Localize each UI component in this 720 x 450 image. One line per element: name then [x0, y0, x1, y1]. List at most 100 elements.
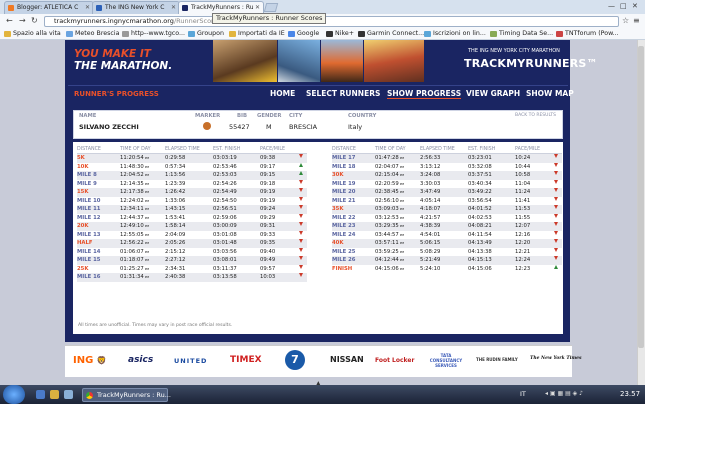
- split-elapsed: 1:13:56: [165, 172, 186, 178]
- bookmark-item[interactable]: Nike+: [326, 29, 354, 39]
- reload-icon[interactable]: ↻: [31, 16, 38, 25]
- split-time-suffix: PM: [143, 266, 150, 271]
- bookmark-item[interactable]: Groupon: [188, 29, 224, 39]
- arrow-up-icon: [299, 171, 303, 175]
- close-icon[interactable]: ✕: [85, 2, 90, 14]
- split-time-suffix: PM: [398, 215, 405, 220]
- tooltip: TrackMyRunners : Runner Scores: [212, 13, 327, 24]
- split-pace: 09:57: [260, 265, 276, 272]
- split-time-suffix: PM: [143, 249, 150, 254]
- split-elapsed: 5:06:15: [420, 240, 441, 246]
- back-icon[interactable]: ←: [6, 16, 13, 25]
- sponsor-asics[interactable]: asics: [128, 355, 153, 365]
- minimize-icon[interactable]: —: [608, 2, 615, 10]
- split-elapsed: 4:38:39: [420, 223, 441, 229]
- tab-blogger[interactable]: Blogger: ATLETICA C ✕: [4, 1, 94, 14]
- bookmark-item[interactable]: Spazio alla vita: [4, 29, 61, 39]
- desktop-icon[interactable]: [36, 390, 45, 399]
- tab-label: The ING New York C: [105, 4, 165, 11]
- splits-row: 25K 01:25:27 PM 2:34:31 03:11:37 09:57: [77, 264, 307, 274]
- arrow-down-icon: [554, 205, 558, 209]
- close-icon[interactable]: ✕: [171, 2, 176, 14]
- taskbar-task-label: TrackMyRunners : Ru...: [97, 391, 171, 399]
- nav-show-map[interactable]: SHOW MAP: [526, 89, 574, 98]
- menu-icon[interactable]: ≡: [633, 16, 640, 25]
- sponsor-tata[interactable]: TATA CONSULTANCY SERVICES: [428, 353, 464, 368]
- browser-tabbar: Blogger: ATLETICA C ✕ The ING New York C…: [0, 0, 645, 14]
- bookmark-item[interactable]: Meteo Brescia: [66, 29, 120, 39]
- arrow-down-icon: [554, 222, 558, 226]
- split-distance: MILE 15: [77, 257, 101, 263]
- sponsor-footlocker[interactable]: Foot Locker: [375, 357, 414, 364]
- address-bar[interactable]: trackmyrunners.ingnycmarathon.org/Runner…: [44, 16, 619, 27]
- nav-home[interactable]: HOME: [270, 89, 295, 98]
- media-icon[interactable]: [64, 390, 73, 399]
- nav-select-runners[interactable]: SELECT RUNNERS: [306, 89, 380, 98]
- splits-row: MILE 13 12:55:05 PM 2:04:09 03:01:08 09:33: [77, 230, 307, 240]
- sponsor-rudin[interactable]: THE RUDIN FAMILY: [476, 357, 518, 362]
- bookmark-item[interactable]: http--www.tgco...: [122, 29, 185, 39]
- bookmark-item[interactable]: TNTforum (Pow...: [556, 29, 619, 39]
- splits-row: MILE 20 02:38:45 PM 3:47:49 03:49:22 11:24: [332, 188, 562, 197]
- splits-table-left: DISTANCE TIME OF DAY ELAPSED TIME EST. FINI…: [77, 146, 307, 282]
- bookmark-item[interactable]: Google: [288, 29, 319, 39]
- sponsor-timex[interactable]: TIMEX: [230, 355, 262, 365]
- bookmark-item[interactable]: Importati da IE: [229, 29, 285, 39]
- nav-view-graph[interactable]: VIEW GRAPH: [466, 89, 520, 98]
- new-tab-button[interactable]: [263, 3, 279, 12]
- forward-icon[interactable]: →: [19, 16, 26, 25]
- explorer-icon[interactable]: [50, 390, 59, 399]
- splits-row: 40K 03:57:11 PM 5:06:15 04:13:49 12:20: [332, 239, 562, 248]
- split-est-finish: 03:01:08: [213, 231, 237, 238]
- tagline: YOU MAKE IT THE MARATHON.: [74, 48, 214, 72]
- split-elapsed: 4:54:01: [420, 231, 441, 238]
- split-elapsed: 4:05:14: [420, 197, 441, 204]
- splits-row: HALF 12:56:22 PM 2:05:26 03:01:48 09:35: [77, 239, 307, 248]
- splits-row: MILE 22 03:12:53 PM 4:21:57 04:02:53 11:55: [332, 213, 562, 223]
- star-icon[interactable]: ☆: [622, 16, 629, 25]
- sponsor-united[interactable]: UNITED: [174, 357, 207, 365]
- splits-row: MILE 24 03:44:57 PM 4:54:01 04:11:54 12:16: [332, 230, 562, 240]
- close-window-icon[interactable]: ✕: [632, 2, 638, 10]
- split-time-of-day: 01:25:27 PM: [120, 265, 150, 272]
- split-est-finish: 03:11:37: [213, 265, 237, 272]
- sponsor-nissan[interactable]: NISSAN: [330, 355, 364, 364]
- tab-ing[interactable]: The ING New York C ✕: [92, 1, 180, 14]
- lion-icon: 🦁: [96, 356, 107, 365]
- bookmark-item[interactable]: Timing Data Se...: [490, 29, 553, 39]
- arrow-down-icon: [299, 222, 303, 226]
- splits-row: MILE 23 03:29:35 PM 4:38:39 04:08:21 12:07: [332, 222, 562, 231]
- name-header: NAME: [79, 113, 97, 119]
- split-distance: MILE 11: [77, 206, 101, 212]
- split-time-suffix: PM: [398, 156, 405, 160]
- taskbar-chrome-task[interactable]: TrackMyRunners : Ru...: [82, 388, 171, 402]
- split-time-of-day: 04:12:44 PM: [375, 257, 405, 263]
- bookmark-item[interactable]: Iscrizioni on lin...: [424, 29, 486, 39]
- split-time-of-day: 02:20:59 PM: [375, 180, 405, 187]
- bookmark-item[interactable]: Garmin Connect...: [358, 29, 424, 39]
- maximize-icon[interactable]: □: [620, 2, 627, 10]
- splits-row: MILE 15 01:18:07 PM 2:27:12 03:08:01 09:49: [77, 256, 307, 265]
- tray-icons[interactable]: ◂ ▣ ▦ ▤ ◈ ♪: [545, 390, 583, 397]
- split-time-suffix: PM: [398, 258, 405, 262]
- nav-show-progress[interactable]: SHOW PROGRESS: [387, 89, 462, 99]
- page-icon: [490, 31, 497, 37]
- splits-row: MILE 26 04:12:44 PM 5:21:49 04:15:13 12:24: [332, 256, 562, 265]
- split-distance: 15K: [77, 189, 89, 195]
- scrollbar-thumb[interactable]: [638, 46, 644, 348]
- split-time-of-day: 03:59:25 PM: [375, 248, 405, 255]
- split-elapsed: 5:08:29: [420, 248, 441, 255]
- sponsor-ing[interactable]: ING 🦁: [73, 355, 107, 366]
- arrow-up-icon: [554, 264, 558, 269]
- runner-city: BRESCIA: [289, 123, 318, 131]
- splits-row: FINISH 04:15:06 PM 5:24:10 04:15:06 12:23: [332, 264, 562, 274]
- google-icon: [288, 31, 295, 37]
- sponsor-nyt[interactable]: The New York Times: [530, 356, 582, 361]
- sponsor-abc7[interactable]: 7: [285, 350, 305, 370]
- language-indicator[interactable]: IT: [520, 390, 526, 398]
- start-button[interactable]: [3, 385, 25, 404]
- split-distance: MILE 26: [332, 257, 356, 263]
- split-pace: 09:49: [260, 257, 276, 263]
- back-to-results-link[interactable]: BACK TO RESULTS: [515, 113, 556, 118]
- split-pace: 09:40: [260, 248, 276, 255]
